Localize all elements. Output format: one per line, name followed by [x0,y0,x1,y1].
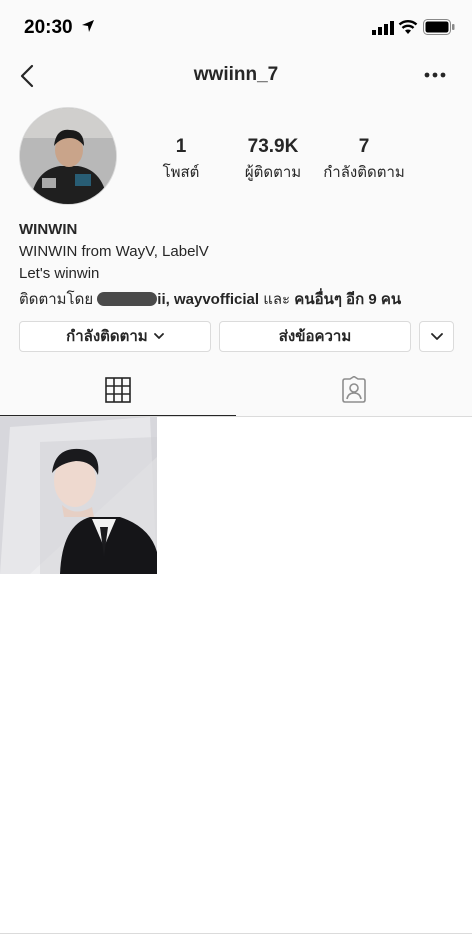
stat-followers[interactable]: 73.9K ผู้ติดตาม [234,136,312,184]
followed-by[interactable]: ติดตามโดย ii, wayvofficial และ คนอื่นๆ อ… [19,287,401,311]
message-button-label: ส่งข้อความ [278,328,352,345]
location-arrow-icon [82,20,94,32]
following-button[interactable]: กำลังติดตาม [19,321,211,352]
battery-icon [423,19,455,35]
status-time: 20:30 [24,17,73,38]
tab-tagged[interactable] [236,371,472,416]
profile-name: WINWIN [19,221,78,238]
profile-header: 1 โพสต์ 73.9K ผู้ติดตาม 7 กำลังติดตาม WI… [0,98,472,417]
stat-posts[interactable]: 1 โพสต์ [150,136,212,184]
chevron-down-icon [430,333,443,340]
tagged-person-icon [342,376,366,403]
posts-count: 1 [175,136,187,157]
bio-line: Let's winwin [19,265,100,282]
followed-by-others: คนอื่นๆ อีก 9 คน [294,291,402,308]
chevron-down-icon [153,333,164,339]
profile-tabs [0,371,472,416]
wifi-icon [398,20,418,34]
post-image [0,417,157,574]
avatar[interactable] [19,107,117,205]
nav-bar: wwiinn_7 [0,54,472,98]
more-horizontal-icon[interactable] [424,72,446,78]
signal-icon [372,21,394,35]
posts-label: โพสต์ [162,164,200,181]
following-count: 7 [358,136,370,157]
stat-following[interactable]: 7 กำลังติดตาม [318,136,410,184]
following-button-label: กำลังติดตาม [66,328,148,345]
status-bar: 20:30 [0,0,472,54]
following-label: กำลังติดตาม [323,164,405,181]
followed-by-connector: และ [263,291,291,308]
bio-line: WINWIN from WayV, LabelV [19,243,209,260]
bottom-divider [0,933,472,934]
tab-grid[interactable] [0,371,236,416]
redacted-username [97,292,158,306]
avatar-image [20,108,116,204]
followers-label: ผู้ติดตาม [244,164,302,181]
message-button[interactable]: ส่งข้อความ [219,321,411,352]
grid-icon [105,377,131,403]
profile-username-title: wwiinn_7 [193,64,279,85]
chevron-left-icon[interactable] [16,62,38,90]
post-thumbnail[interactable] [0,417,157,574]
suggestions-dropdown-button[interactable] [419,321,454,352]
followers-count: 73.9K [247,136,299,157]
followed-by-prefix: ติดตามโดย [19,291,94,308]
followed-by-names: ii, wayvofficial [157,291,260,308]
